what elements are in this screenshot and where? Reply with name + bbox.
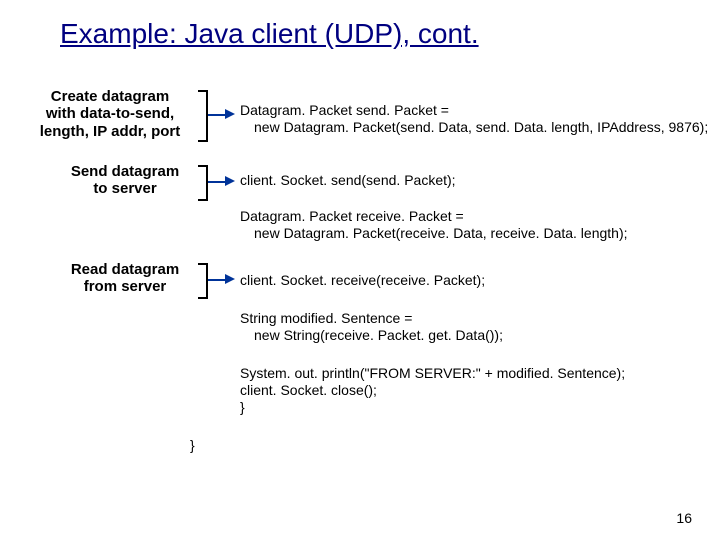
bracket-icon [198, 165, 208, 201]
code-line: } [190, 437, 195, 454]
code-line: client. Socket. send(send. Packet); [240, 172, 456, 189]
bracket-icon [198, 263, 208, 299]
code-line: } [240, 399, 245, 416]
code-line: new Datagram. Packet(receive. Data, rece… [240, 225, 628, 242]
annotation-read: Read datagram from server [50, 261, 200, 296]
bracket-icon [198, 90, 208, 142]
annotation-line: Read datagram [50, 261, 200, 278]
annotation-line: Create datagram [20, 88, 200, 105]
code-line: new String(receive. Packet. get. Data())… [240, 327, 503, 344]
slide-title: Example: Java client (UDP), cont. [60, 18, 479, 50]
code-line: Datagram. Packet receive. Packet = [240, 208, 464, 225]
code-line: new Datagram. Packet(send. Data, send. D… [240, 119, 708, 136]
annotation-line: Send datagram [50, 163, 200, 180]
annotation-line: with data-to-send, [20, 105, 200, 122]
arrow-line [208, 114, 226, 116]
arrow-head-icon [225, 176, 235, 186]
annotation-create: Create datagram with data-to-send, lengt… [20, 88, 200, 140]
code-line: client. Socket. receive(receive. Packet)… [240, 272, 485, 289]
annotation-line: from server [50, 278, 200, 295]
code-line: String modified. Sentence = [240, 310, 412, 327]
code-line: client. Socket. close(); [240, 382, 377, 399]
arrow-line [208, 181, 226, 183]
arrow-head-icon [225, 274, 235, 284]
code-line: System. out. println("FROM SERVER:" + mo… [240, 365, 625, 382]
annotation-send: Send datagram to server [50, 163, 200, 198]
annotation-line: to server [50, 180, 200, 197]
arrow-line [208, 279, 226, 281]
arrow-head-icon [225, 109, 235, 119]
page-number: 16 [676, 510, 692, 526]
annotation-line: length, IP addr, port [20, 123, 200, 140]
code-line: Datagram. Packet send. Packet = [240, 102, 449, 119]
